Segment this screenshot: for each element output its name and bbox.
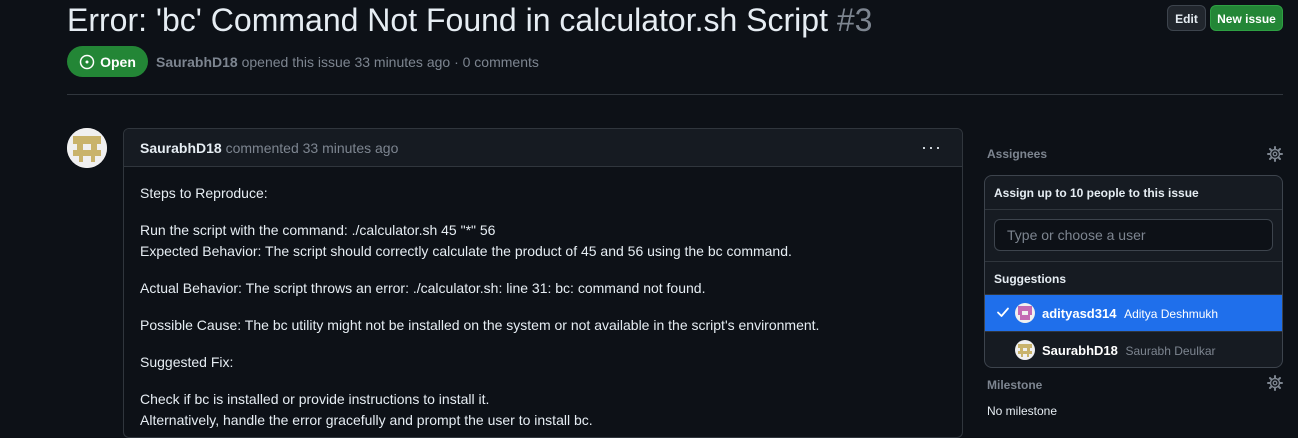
user-avatar-icon (1015, 340, 1035, 360)
edit-button[interactable]: Edit (1167, 5, 1206, 31)
issue-number: #3 (836, 2, 873, 38)
assignees-gear-icon[interactable] (1267, 146, 1283, 162)
avatar[interactable] (67, 128, 107, 168)
comment-line: Check if bc is installed or provide inst… (140, 391, 490, 407)
comment-box: SaurabhD18 commented 33 minutes ago ··· … (123, 128, 963, 438)
check-icon (997, 307, 1009, 317)
identicon-icon (67, 128, 107, 168)
milestone-value: No milestone (987, 404, 1058, 418)
assignee-option-saurabhd18[interactable]: SaurabhD18 Saurabh Deulkar (985, 332, 1282, 367)
status-text: Open (100, 53, 136, 70)
status-badge: Open (67, 46, 148, 77)
issue-meta-text: opened this issue 33 minutes ago · 0 com… (241, 54, 539, 70)
assignees-dropdown: Assign up to 10 people to this issue Sug… (984, 175, 1283, 368)
comment-author[interactable]: SaurabhD18 (140, 140, 222, 156)
comment-line: Run the script with the command: ./calcu… (140, 222, 496, 238)
dropdown-divider (985, 209, 1282, 210)
issue-title: Error: 'bc' Command Not Found in calcula… (67, 0, 872, 40)
comment-line: Possible Cause: The bc utility might not… (140, 317, 820, 333)
dropdown-divider (985, 261, 1282, 262)
assignees-label: Assignees (987, 147, 1048, 161)
header-divider (67, 94, 1283, 95)
assignee-option-adityasd314[interactable]: adityasd314 Aditya Deshmukh (985, 295, 1282, 331)
milestone-gear-icon[interactable] (1267, 375, 1283, 391)
new-issue-button[interactable]: New issue (1210, 5, 1283, 31)
comment-line: Suggested Fix: (140, 354, 234, 370)
assignee-login: adityasd314 (1042, 305, 1117, 321)
comment-line: Steps to Reproduce: (140, 185, 268, 201)
assignee-search-input[interactable] (994, 219, 1273, 251)
dropdown-title: Assign up to 10 people to this issue (994, 186, 1199, 200)
comment-line: Actual Behavior: The script throws an er… (140, 280, 706, 296)
comment-action: commented 33 minutes ago (225, 140, 399, 156)
assignee-login: SaurabhD18 (1042, 342, 1118, 358)
comment-header: SaurabhD18 commented 33 minutes ago ··· (124, 129, 962, 167)
issue-open-icon (79, 54, 95, 69)
comment-options-icon[interactable]: ··· (921, 129, 942, 165)
comment-line: Expected Behavior: The script should cor… (140, 243, 792, 259)
assignee-fullname: Aditya Deshmukh (1124, 306, 1219, 321)
issue-author-link[interactable]: SaurabhD18 (156, 54, 238, 70)
suggestions-label: Suggestions (994, 272, 1067, 286)
assignee-option-text: SaurabhD18 Saurabh Deulkar (1042, 343, 1216, 358)
issue-title-text: Error: 'bc' Command Not Found in calcula… (67, 2, 828, 38)
assignee-fullname: Saurabh Deulkar (1125, 343, 1216, 358)
milestone-label: Milestone (987, 378, 1043, 392)
issue-meta: SaurabhD18 opened this issue 33 minutes … (156, 54, 539, 70)
user-avatar-icon (1015, 303, 1035, 323)
assignee-option-text: adityasd314 Aditya Deshmukh (1042, 306, 1218, 321)
